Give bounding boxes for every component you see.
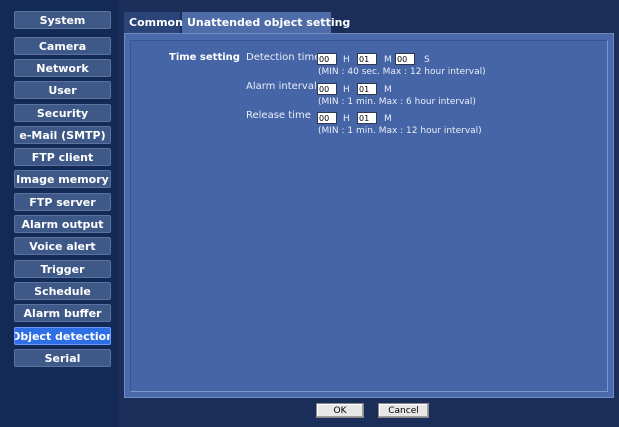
tab-common[interactable]: Common	[124, 12, 183, 33]
release-time-minutes-unit: M	[384, 114, 392, 124]
ok-button[interactable]: OK	[316, 403, 364, 418]
detection-time-minutes-unit: M	[384, 55, 392, 65]
sidebar-item-schedule[interactable]: Schedule	[14, 282, 111, 300]
alarm-interval-hours-input[interactable]	[317, 83, 337, 95]
sidebar-item-voice-alert[interactable]: Voice alert	[14, 237, 111, 255]
settings-panel-inner: Time setting Detection time H M S (MIN :…	[130, 40, 608, 392]
detection-time-seconds-unit: S	[424, 55, 430, 65]
alarm-interval-label: Alarm interval	[246, 81, 317, 92]
sidebar-item-object-detection[interactable]: Object detection	[14, 327, 111, 345]
settings-panel: Time setting Detection time H M S (MIN :…	[124, 33, 614, 398]
alarm-interval-hint: (MIN : 1 min. Max : 6 hour interval)	[318, 97, 476, 107]
sidebar-item-user[interactable]: User	[14, 81, 111, 99]
release-time-hours-input[interactable]	[317, 112, 337, 124]
sidebar-item-trigger[interactable]: Trigger	[14, 260, 111, 278]
tab-unattended-object-setting[interactable]: Unattended object setting	[182, 12, 350, 33]
alarm-interval-minutes-input[interactable]	[357, 83, 377, 95]
detection-time-minutes-input[interactable]	[357, 53, 377, 65]
sidebar-item-security[interactable]: Security	[14, 104, 111, 122]
detection-time-seconds-input[interactable]	[395, 53, 415, 65]
release-time-hint: (MIN : 1 min. Max : 12 hour interval)	[318, 126, 482, 136]
cancel-button[interactable]: Cancel	[378, 403, 429, 418]
release-time-minutes-input[interactable]	[357, 112, 377, 124]
sidebar-item-ftp-server[interactable]: FTP server	[14, 193, 111, 211]
sidebar-item-alarm-output[interactable]: Alarm output	[14, 215, 111, 233]
main-content: Common Unattended object setting Time se…	[118, 0, 619, 427]
alarm-interval-hours-unit: H	[343, 85, 350, 95]
detection-time-hours-unit: H	[343, 55, 350, 65]
sidebar-item-email-smtp[interactable]: e-Mail (SMTP)	[14, 126, 111, 144]
sidebar-item-image-memory[interactable]: Image memory	[14, 170, 111, 188]
form-button-row: OK Cancel	[118, 403, 619, 427]
release-time-hours-unit: H	[343, 114, 350, 124]
sidebar-item-camera[interactable]: Camera	[14, 37, 111, 55]
detection-time-label: Detection time	[246, 52, 321, 63]
sidebar-item-alarm-buffer[interactable]: Alarm buffer	[14, 304, 111, 322]
sidebar-item-system[interactable]: System	[14, 11, 111, 29]
release-time-label: Release time	[246, 110, 311, 121]
sidebar-item-serial[interactable]: Serial	[14, 349, 111, 367]
sidebar-nav: System Camera Network User Security e-Ma…	[0, 0, 118, 427]
tab-bar: Common Unattended object setting	[118, 12, 619, 33]
detection-time-hint: (MIN : 40 sec. Max : 12 hour interval)	[318, 67, 486, 77]
detection-time-hours-input[interactable]	[317, 53, 337, 65]
alarm-interval-minutes-unit: M	[384, 85, 392, 95]
time-setting-label: Time setting	[169, 52, 240, 63]
sidebar-item-network[interactable]: Network	[14, 59, 111, 77]
sidebar-item-ftp-client[interactable]: FTP client	[14, 148, 111, 166]
